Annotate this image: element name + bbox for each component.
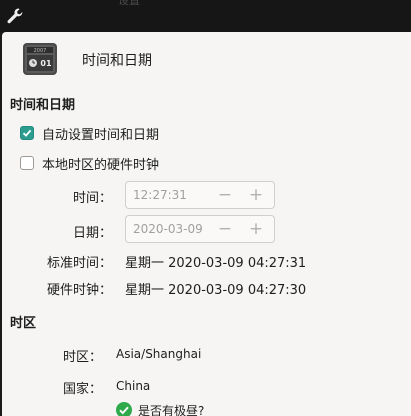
icon-day: 01 [40, 59, 52, 68]
checkbox-unchecked-icon[interactable] [20, 156, 34, 170]
auto-set-label: 自动设置时间和日期 [42, 127, 160, 143]
calendar-clock-icon: 2007 01 [23, 43, 57, 75]
system-time-label: 标准时间： [46, 256, 112, 271]
date-decrement-button[interactable]: − [215, 219, 235, 239]
system-time-value: 星期一 2020-03-09 04:27:31 [125, 256, 307, 271]
date-increment-button[interactable]: + [246, 219, 266, 239]
timezone-label: 时区： [62, 350, 102, 365]
auto-set-checkbox[interactable]: 自动设置时间和日期 [20, 124, 160, 143]
icon-year: 2007 [34, 48, 47, 54]
window-title-ghost: 设置 [118, 0, 140, 7]
checkbox-checked-icon[interactable] [20, 126, 34, 140]
settings-panel: 2007 01 时间和日期 时间和日期 自动设置时间和日期 本地时区的硬件时钟 … [2, 32, 411, 416]
time-increment-button[interactable]: + [246, 185, 266, 205]
country-label: 国家： [62, 382, 102, 397]
time-decrement-button[interactable]: − [215, 185, 235, 205]
local-rtc-checkbox[interactable]: 本地时区的硬件时钟 [20, 154, 160, 173]
datetime-section-title: 时间和日期 [10, 98, 76, 113]
time-value[interactable]: 12:27:31 [133, 188, 187, 202]
date-value[interactable]: 2020-03-09 [133, 222, 203, 236]
local-rtc-label: 本地时区的硬件时钟 [42, 157, 160, 173]
timezone-section-title: 时区 [10, 316, 37, 331]
date-spinbox[interactable]: 2020-03-09 − + [125, 215, 275, 243]
hardware-time-label: 硬件时钟： [46, 283, 112, 298]
title-bar: 设置 [0, 0, 411, 32]
timezone-value: Asia/Shanghai [116, 347, 202, 361]
wrench-icon[interactable] [6, 7, 24, 25]
hardware-time-value: 星期一 2020-03-09 04:27:30 [125, 283, 307, 298]
dst-label: 是否有极昼? [138, 404, 205, 416]
check-circle-icon [116, 402, 132, 416]
country-value: China [116, 379, 151, 393]
time-spinbox[interactable]: 12:27:31 − + [125, 181, 275, 209]
time-label: 时间： [72, 191, 112, 206]
page-title: 时间和日期 [82, 53, 152, 69]
date-label: 日期： [72, 226, 112, 241]
